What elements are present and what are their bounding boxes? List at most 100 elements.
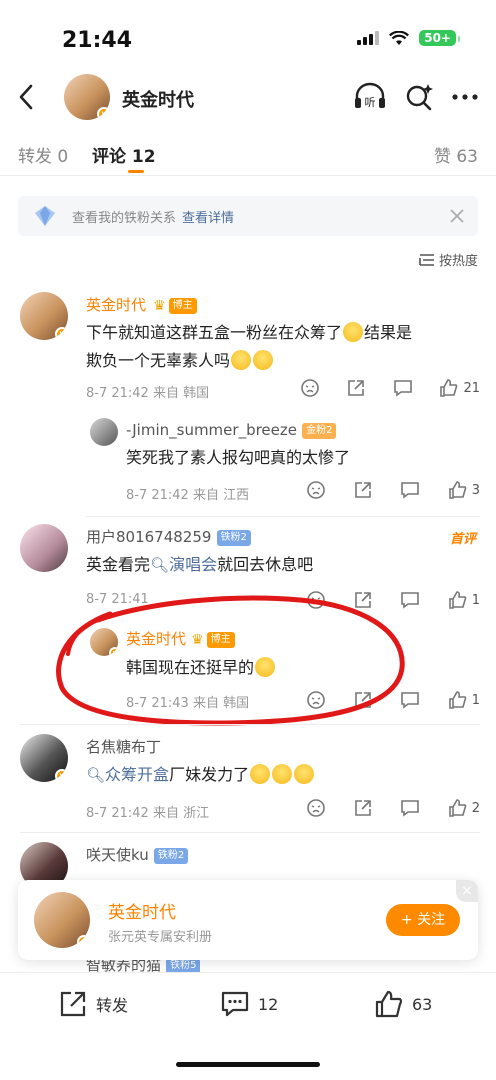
page-title: 英金时代 [122, 90, 194, 111]
comment-icon[interactable] [400, 690, 420, 710]
like-icon[interactable] [439, 378, 459, 398]
username[interactable]: 用户8016748259 [86, 528, 211, 546]
avatar[interactable]: v [90, 628, 118, 656]
emoji-icon [250, 764, 271, 784]
like-icon [375, 990, 403, 1018]
sort-icon [419, 253, 434, 266]
like-icon[interactable] [448, 690, 468, 710]
like-count: 21 [463, 380, 480, 396]
comment-author[interactable]: 英金时代 ♛ 博主 [86, 294, 197, 315]
comment-count: 12 [258, 994, 279, 1014]
dislike-icon[interactable] [300, 378, 320, 398]
emoji-icon [294, 764, 315, 784]
comment-button[interactable]: 12 [220, 989, 278, 1019]
reply-text: 韩国现在还挺早的 [126, 654, 276, 682]
reply-text: 笑死我了素人报勾吧真的太惨了 [126, 448, 351, 467]
comment-text: 英金看完🔍︎演唱会就回去休息吧 [86, 555, 314, 574]
dislike-icon[interactable] [306, 480, 326, 500]
comment-icon[interactable] [400, 590, 420, 610]
tab-repost[interactable]: 转发 0 [18, 142, 68, 167]
sort-toggle[interactable]: 按热度 [419, 250, 478, 269]
username[interactable]: 名焦糖布丁 [86, 738, 161, 756]
avatar[interactable]: v [34, 892, 90, 948]
tab-underline [128, 170, 144, 173]
popup-subtitle: 张元英专属安利册 [108, 930, 213, 945]
username[interactable]: 咲天使ku [86, 846, 149, 864]
avatar[interactable] [20, 524, 68, 572]
avatar[interactable]: v [64, 74, 110, 120]
iron-fan-banner[interactable]: 查看我的铁粉关系 查看详情 [18, 196, 478, 236]
comment-actions: 21 [300, 378, 480, 398]
reply-actions: 3 [306, 480, 480, 500]
avatar[interactable]: v [20, 734, 68, 782]
dislike-icon[interactable] [306, 798, 326, 818]
avatar[interactable] [90, 418, 118, 446]
tab-comments[interactable]: 评论 12 [92, 142, 156, 167]
bottom-action-bar: 转发 12 63 [0, 972, 496, 1036]
wifi-icon [389, 30, 410, 45]
crown-icon: ♛ [191, 632, 204, 648]
username[interactable]: -Jimin_summer_breeze [126, 421, 297, 439]
like-icon[interactable] [448, 480, 468, 500]
comment-icon[interactable] [393, 378, 413, 398]
emoji-icon [272, 764, 293, 784]
dislike-icon[interactable] [306, 690, 326, 710]
comment-text: 下午就知道这群五盒一粉丝在众筹了 结果是 欺负一个无辜素人吗 [86, 322, 413, 370]
reply-author[interactable]: -Jimin_summer_breeze 金粉2 [126, 420, 337, 439]
repost-icon [60, 991, 86, 1017]
header: v 英金时代 听 [0, 70, 496, 126]
divider [20, 832, 480, 833]
more-icon[interactable] [450, 82, 480, 112]
like-icon[interactable] [448, 590, 468, 610]
status-icons: 50+ [357, 30, 460, 46]
close-icon[interactable]: × [456, 880, 478, 902]
topic-link[interactable]: 演唱会 [169, 555, 217, 574]
share-icon[interactable] [353, 590, 373, 610]
like-count: 63 [412, 994, 433, 1014]
avatar[interactable]: v [20, 292, 68, 340]
comment-author[interactable]: 名焦糖布丁 [86, 736, 161, 757]
topic-link[interactable]: 众筹开盒 [105, 765, 169, 784]
ai-search-icon[interactable] [404, 82, 434, 112]
comment-author[interactable]: 用户8016748259 铁粉2 [86, 526, 251, 547]
divider [86, 516, 480, 517]
comment-meta: 8-7 21:42 来自 浙江 [86, 806, 210, 821]
diamond-icon [35, 206, 55, 226]
repost-button[interactable]: 转发 [58, 989, 128, 1019]
comment-icon[interactable] [400, 480, 420, 500]
verified-icon: v [55, 327, 68, 340]
fan-badge: 铁粉2 [153, 847, 189, 864]
close-icon[interactable] [450, 209, 464, 223]
like-button[interactable]: 63 [374, 989, 432, 1019]
search-icon: 🔍︎ [150, 556, 170, 574]
tab-likes[interactable]: 赞 63 [434, 142, 478, 167]
tab-bar: 转发 0 评论 12 赞 63 [0, 136, 496, 176]
comment-actions: 2 [306, 798, 480, 818]
follow-button[interactable]: + 关注 [386, 904, 460, 936]
listen-icon[interactable]: 听 [352, 82, 388, 112]
like-icon[interactable] [448, 798, 468, 818]
signal-icon [357, 31, 380, 45]
emoji-icon [343, 322, 364, 342]
home-indicator[interactable] [176, 1062, 320, 1067]
share-icon[interactable] [353, 690, 373, 710]
author-badge: 博主 [168, 297, 197, 314]
username[interactable]: 英金时代 [126, 630, 186, 648]
comment-icon[interactable] [400, 798, 420, 818]
share-icon[interactable] [353, 798, 373, 818]
banner-text: 查看我的铁粉关系 [72, 211, 177, 226]
share-icon[interactable] [346, 378, 366, 398]
fan-badge: 铁粉2 [216, 529, 251, 546]
first-comment-tag: 首评 [449, 532, 476, 547]
comment-author[interactable]: 咲天使ku 铁粉2 [86, 844, 189, 865]
svg-text:听: 听 [365, 96, 376, 109]
share-icon[interactable] [353, 480, 373, 500]
back-chevron-icon[interactable] [12, 80, 42, 114]
username[interactable]: 英金时代 [86, 296, 146, 314]
popup-name[interactable]: 英金时代 [108, 898, 176, 923]
battery-indicator: 50+ [419, 30, 460, 46]
comment-meta: 8-7 21:41 [86, 592, 149, 607]
dislike-icon[interactable] [306, 590, 326, 610]
reply-author[interactable]: 英金时代 ♛ 博主 [126, 628, 235, 649]
banner-link[interactable]: 查看详情 [182, 211, 234, 226]
